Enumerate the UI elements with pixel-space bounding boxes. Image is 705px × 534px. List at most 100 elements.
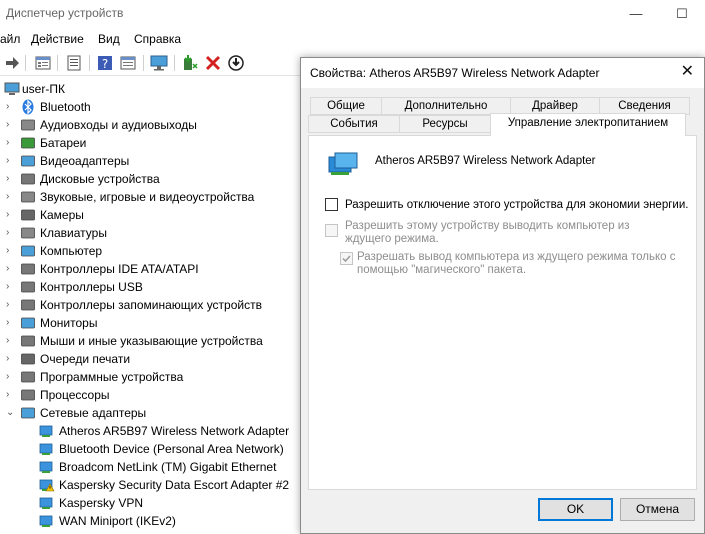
dialog-title-bar: Свойства: Atheros AR5B97 Wireless Networ… bbox=[301, 58, 704, 88]
menu-view[interactable]: Вид bbox=[98, 32, 120, 46]
window-title: Диспетчер устройств bbox=[6, 6, 124, 20]
display-adapter-icon bbox=[21, 155, 35, 167]
cancel-button[interactable]: Отмена bbox=[620, 498, 695, 521]
enable-device-icon[interactable] bbox=[181, 54, 199, 72]
chevron-right-icon[interactable]: › bbox=[6, 192, 16, 202]
tree-device[interactable]: Atheros AR5B97 Wireless Network Adapter bbox=[0, 422, 300, 440]
chevron-right-icon[interactable]: › bbox=[6, 318, 16, 328]
ide-controller-icon bbox=[21, 263, 35, 275]
tree-category[interactable]: › Звуковые, игровые и видеоустройства bbox=[0, 188, 300, 206]
chevron-right-icon[interactable]: › bbox=[6, 246, 16, 256]
chevron-right-icon[interactable]: › bbox=[6, 372, 16, 382]
maximize-button[interactable]: ☐ bbox=[660, 0, 704, 28]
download-icon[interactable] bbox=[227, 54, 245, 72]
svg-text:?: ? bbox=[102, 57, 108, 71]
help-icon[interactable]: ? bbox=[96, 54, 114, 72]
tree-device-label: WAN Miniport (IKEv2) bbox=[59, 514, 176, 528]
tree-category[interactable]: › Мониторы bbox=[0, 314, 300, 332]
monitor-icon[interactable] bbox=[150, 54, 168, 72]
forward-icon[interactable] bbox=[3, 54, 21, 72]
tree-category[interactable]: › Процессоры bbox=[0, 386, 300, 404]
close-icon[interactable]: ✕ bbox=[681, 64, 694, 80]
chevron-right-icon[interactable]: › bbox=[6, 282, 16, 292]
checkmark-icon bbox=[342, 255, 351, 263]
allow-wake-checkbox[interactable] bbox=[325, 224, 338, 237]
tree-category-label: Контроллеры запоминающих устройств bbox=[40, 298, 262, 312]
tree-category[interactable]: › Компьютер bbox=[0, 242, 300, 260]
menu-file[interactable]: айл bbox=[0, 32, 20, 46]
tree-device[interactable]: Bluetooth Device (Personal Area Network) bbox=[0, 440, 300, 458]
processor-icon bbox=[21, 389, 35, 401]
menu-bar: айл Действие Вид Справка bbox=[0, 28, 705, 50]
tab-resources[interactable]: Ресурсы bbox=[399, 115, 491, 133]
tree-root[interactable]: ⌄ user-ПК bbox=[0, 80, 300, 98]
allow-power-off-label: Разрешить отключение этого устройства дл… bbox=[345, 199, 689, 211]
tab-power-management[interactable]: Управление электропитанием bbox=[490, 113, 686, 136]
tab-general[interactable]: Общие bbox=[310, 97, 382, 115]
tree-category[interactable]: › Клавиатуры bbox=[0, 224, 300, 242]
chevron-right-icon[interactable]: › bbox=[6, 120, 16, 130]
update-icon[interactable] bbox=[119, 54, 137, 72]
chevron-right-icon[interactable]: › bbox=[6, 354, 16, 364]
title-bar: Диспетчер устройств — ☐ bbox=[0, 0, 705, 28]
toolbar-separator bbox=[143, 55, 144, 71]
tree-category[interactable]: › Батареи bbox=[0, 134, 300, 152]
chevron-right-icon[interactable]: › bbox=[6, 156, 16, 166]
chevron-right-icon[interactable]: › bbox=[6, 336, 16, 346]
tree-category[interactable]: ⌄ Сетевые адаптеры bbox=[0, 404, 300, 422]
toolbar-separator bbox=[89, 55, 90, 71]
chevron-right-icon[interactable]: › bbox=[6, 300, 16, 310]
chevron-right-icon[interactable]: › bbox=[6, 102, 16, 112]
tree-category-label: Камеры bbox=[40, 208, 84, 222]
tab-events[interactable]: События bbox=[308, 115, 400, 133]
tree-device[interactable]: WAN Miniport (IKEv2) bbox=[0, 512, 300, 530]
tree-device-label: Atheros AR5B97 Wireless Network Adapter bbox=[59, 424, 290, 438]
tree-device-label: Kaspersky Security Data Escort Adapter #… bbox=[59, 478, 290, 492]
allow-power-off-checkbox[interactable] bbox=[325, 198, 338, 211]
chevron-right-icon[interactable]: › bbox=[6, 138, 16, 148]
minimize-button[interactable]: — bbox=[614, 0, 658, 28]
tree-category[interactable]: › Программные устройства bbox=[0, 368, 300, 386]
sound-icon bbox=[21, 191, 35, 203]
tree-category[interactable]: › Контроллеры IDE ATA/ATAPI bbox=[0, 260, 300, 278]
tree-device[interactable]: Kaspersky VPN bbox=[0, 494, 300, 512]
tree-device-label: Bluetooth Device (Personal Area Network) bbox=[59, 442, 284, 456]
menu-action[interactable]: Действие bbox=[31, 32, 84, 46]
chevron-right-icon[interactable]: › bbox=[6, 264, 16, 274]
chevron-right-icon[interactable]: › bbox=[6, 210, 16, 220]
computer-icon bbox=[4, 82, 20, 95]
magic-packet-checkbox[interactable] bbox=[340, 252, 353, 265]
chevron-right-icon[interactable]: › bbox=[6, 174, 16, 184]
tree-category[interactable]: › Камеры bbox=[0, 206, 300, 224]
tree-category-label: Очереди печати bbox=[40, 352, 131, 366]
properties-icon[interactable] bbox=[34, 54, 52, 72]
dialog-title: Свойства: Atheros AR5B97 Wireless Networ… bbox=[310, 66, 600, 80]
delete-icon[interactable] bbox=[204, 54, 222, 72]
allow-wake-label: Разрешить этому устройству выводить комп… bbox=[345, 220, 630, 245]
menu-help[interactable]: Справка bbox=[134, 32, 181, 46]
tree-category-label: Контроллеры IDE ATA/ATAPI bbox=[40, 262, 199, 276]
tree-device[interactable]: Kaspersky Security Data Escort Adapter #… bbox=[0, 476, 300, 494]
list-icon[interactable] bbox=[65, 54, 83, 72]
print-queue-icon bbox=[21, 353, 35, 365]
chevron-right-icon[interactable]: › bbox=[6, 228, 16, 238]
tree-device-label: Kaspersky VPN bbox=[59, 496, 144, 510]
tree-category[interactable]: › Дисковые устройства bbox=[0, 170, 300, 188]
tree-device[interactable]: Broadcom NetLink (TM) Gigabit Ethernet bbox=[0, 458, 300, 476]
tree-category[interactable]: › Bluetooth bbox=[0, 98, 300, 116]
tree-category[interactable]: › Аудиовходы и аудиовыходы bbox=[0, 116, 300, 134]
tree-category[interactable]: › Контроллеры USB bbox=[0, 278, 300, 296]
tree-category[interactable]: › Видеоадаптеры bbox=[0, 152, 300, 170]
toolbar-separator bbox=[174, 55, 175, 71]
tree-category[interactable]: › Контроллеры запоминающих устройств bbox=[0, 296, 300, 314]
power-management-panel: Atheros AR5B97 Wireless Network Adapter … bbox=[308, 135, 697, 490]
chevron-right-icon[interactable]: › bbox=[6, 390, 16, 400]
toolbar-separator bbox=[25, 55, 26, 71]
toolbar-separator bbox=[57, 55, 58, 71]
ok-button[interactable]: OK bbox=[538, 498, 613, 521]
tree-category[interactable]: › Мыши и иные указывающие устройства bbox=[0, 332, 300, 350]
tree-category-label: Дисковые устройства bbox=[40, 172, 160, 186]
tree-category[interactable]: › Очереди печати bbox=[0, 350, 300, 368]
keyboard-icon bbox=[21, 227, 35, 239]
chevron-down-icon[interactable]: ⌄ bbox=[6, 408, 16, 418]
